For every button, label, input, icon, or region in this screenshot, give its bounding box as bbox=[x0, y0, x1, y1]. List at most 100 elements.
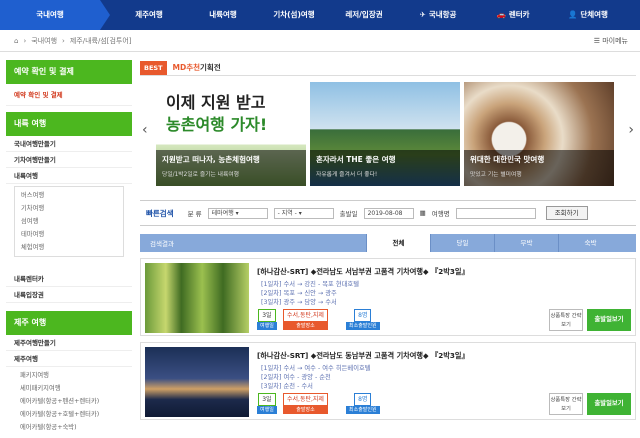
caption-sub: 당일/1박2일로 즐기는 내륙여행 bbox=[162, 172, 240, 178]
sidebar-subitem[interactable]: 체험여행 bbox=[15, 241, 123, 254]
my-menu-link[interactable]: ☰ 마이메뉴 bbox=[594, 36, 628, 46]
sidebar-subitem[interactable]: 패키지여행 bbox=[14, 369, 124, 382]
caption-title: 혼자라서 THE 좋은 여행 bbox=[316, 155, 396, 164]
chevron-right-icon[interactable]: › bbox=[628, 122, 634, 138]
sidebar-item-train-make[interactable]: 기차여행만들기 bbox=[6, 152, 132, 168]
nav-domestic-air[interactable]: ✈ 국내항공 bbox=[398, 0, 478, 30]
sidebar-item-inland-rentcar[interactable]: 내륙렌터카 bbox=[6, 271, 132, 287]
nav-rentcar[interactable]: 🚗 렌터카 bbox=[478, 0, 548, 30]
product-image[interactable] bbox=[145, 347, 249, 417]
tab-day-trip[interactable]: 당일 bbox=[430, 234, 494, 252]
sidebar-item-booking-check[interactable]: 예약 확인 및 결제 bbox=[6, 84, 132, 106]
category-select[interactable]: 테마여행 ▾ bbox=[207, 207, 268, 219]
departure-dates-button[interactable]: 출발일보기 bbox=[587, 309, 631, 331]
sidebar-subitem[interactable]: 버스여행 bbox=[15, 189, 123, 202]
promo-tiles: 이제 지원 받고 농촌여행 가자! 지원받고 떠나자, 농촌체험여행 당일/1박2… bbox=[156, 82, 614, 186]
tab-no-night[interactable]: 무박 bbox=[494, 234, 558, 252]
product-card: [하나감산-SRT] ◆전라남도 동남부권 고품격 기차여행◆ 『2박3일』 [… bbox=[140, 342, 636, 420]
sidebar-group-inland: 내륙 여행 bbox=[6, 112, 132, 136]
sidebar-group-booking: 예약 확인 및 결제 bbox=[6, 60, 132, 84]
nav-label: 내륙여행 bbox=[209, 10, 237, 19]
sidebar-item-inland[interactable]: 내륙여행 bbox=[6, 168, 132, 184]
departure-badge: 수서,동탄,지제 출발장소 bbox=[283, 393, 328, 414]
sidebar-item-jeju-make[interactable]: 제주여행만들기 bbox=[6, 335, 132, 351]
promo-caption: 지원받고 떠나자, 농촌체험여행 당일/1박2일로 즐기는 내륙여행 bbox=[156, 150, 306, 186]
best-tag: BEST bbox=[140, 60, 167, 75]
main-content: BEST MD추천기획전 ‹ 이제 지원 받고 농촌여행 가자! 지원받고 떠나자… bbox=[140, 60, 636, 420]
product-image[interactable] bbox=[145, 263, 249, 333]
nav-leisure-tickets[interactable]: 레저/입장권 bbox=[330, 0, 398, 30]
sidebar-item-domestic-make[interactable]: 국내여행만들기 bbox=[6, 136, 132, 152]
min-people-badge: 8명 최소출발인원 bbox=[346, 309, 380, 330]
name-label: 여행명 bbox=[431, 210, 450, 218]
departure-dates-button[interactable]: 출발일보기 bbox=[587, 393, 631, 415]
name-input[interactable] bbox=[455, 207, 536, 219]
region-value: - 지역 - bbox=[277, 209, 297, 217]
badge-label: 최소출발인원 bbox=[346, 406, 380, 414]
badge-value: 3일 bbox=[258, 309, 276, 322]
promo-slide[interactable]: 위대한 대한민국 맛여행 맛있고 기는 별미여행 bbox=[464, 82, 614, 186]
nav-group-travel[interactable]: 👤 단체여행 bbox=[548, 0, 628, 30]
caption-title: 위대한 대한민국 맛여행 bbox=[470, 155, 545, 164]
sidebar-subitem[interactable]: 기차여행 bbox=[15, 202, 123, 215]
duration-badge: 3일 여행일 bbox=[257, 393, 277, 414]
sidebar-item-jeju[interactable]: 제주여행 bbox=[6, 351, 132, 367]
date-input[interactable]: 2019-08-08 bbox=[363, 207, 414, 219]
badge-value: 수서,동탄,지제 bbox=[283, 309, 328, 322]
promo-headline: 이제 지원 받고 농촌여행 가자! bbox=[166, 92, 267, 136]
result-label: 검색결과 bbox=[150, 240, 174, 248]
nav-domestic-travel[interactable]: 국내여행 bbox=[0, 0, 110, 30]
duration-badge: 3일 여행일 bbox=[257, 309, 277, 330]
nav-label: 단체여행 bbox=[580, 10, 608, 19]
quick-view-button[interactable]: 상품특장 간략보기 bbox=[549, 309, 583, 331]
badge-value: 8명 bbox=[354, 309, 372, 322]
badge-label: 출발장소 bbox=[283, 322, 328, 330]
nav-inland-travel[interactable]: 내륙여행 bbox=[188, 0, 258, 30]
badge-label: 여행일 bbox=[257, 406, 277, 414]
badge-value: 3일 bbox=[258, 393, 276, 406]
headline-line2-text: 농촌여행 가자! bbox=[166, 115, 268, 134]
crumb-sep: › bbox=[23, 36, 27, 45]
nav-label: 국내여행 bbox=[36, 10, 64, 19]
sidebar-subitem[interactable]: 테마여행 bbox=[15, 228, 123, 241]
md-suffix: 기획전 bbox=[200, 63, 221, 72]
category-label: 분 류 bbox=[187, 210, 202, 218]
caption-sub: 자유롭게 즐겨서 더 좋다! bbox=[316, 172, 378, 178]
chevron-left-icon[interactable]: ‹ bbox=[142, 122, 148, 138]
home-icon[interactable]: ⌂ bbox=[14, 37, 18, 45]
sidebar-subitem[interactable]: 섬여행 bbox=[15, 215, 123, 228]
sidebar-subitem[interactable]: 세미패키지여행 bbox=[14, 382, 124, 395]
promo-slide[interactable]: 이제 지원 받고 농촌여행 가자! 지원받고 떠나자, 농촌체험여행 당일/1박2… bbox=[156, 82, 306, 186]
result-tabs: 검색결과 전체 당일 무박 숙박 bbox=[140, 234, 636, 252]
car-icon: 🚗 bbox=[496, 10, 506, 19]
nav-label: 국내항공 bbox=[428, 10, 457, 19]
itinerary-day: [3일차] 순천 - 수서 bbox=[261, 383, 313, 390]
product-title[interactable]: [하나감산-SRT] ◆전라남도 서남부권 고품격 기차여행◆ 『2박3일』 bbox=[257, 267, 469, 277]
sidebar-item-inland-tickets[interactable]: 내륙입장권 bbox=[6, 287, 132, 303]
person-icon: 👤 bbox=[568, 10, 578, 19]
itinerary-day: [3일차] 광주 → 담양 → 수서 bbox=[261, 299, 337, 306]
nav-jeju-travel[interactable]: 제주여행 bbox=[110, 0, 188, 30]
quick-view-button[interactable]: 상품특장 간략보기 bbox=[549, 393, 583, 415]
tab-overnight[interactable]: 숙박 bbox=[558, 234, 622, 252]
search-button[interactable]: 조회하기 bbox=[545, 206, 588, 220]
sidebar-subitem[interactable]: 에어카텔(항공+호텔+렌터카) bbox=[14, 408, 124, 421]
sidebar-subitem[interactable]: 에어카텔(항공+펜션+렌터카) bbox=[14, 395, 124, 408]
tab-all[interactable]: 전체 bbox=[366, 234, 430, 252]
itinerary-day: [2일차] 목포 → 신안 → 광주 bbox=[261, 290, 337, 297]
top-navigation: 국내여행 제주여행 내륙여행 기차(섬)여행 레저/입장권 ✈ 국내항공 🚗 렌터카… bbox=[0, 0, 640, 30]
crumb-level1[interactable]: 국내여행 bbox=[31, 36, 57, 46]
badge-value: 8명 bbox=[354, 393, 372, 406]
sidebar-subitem[interactable]: 에어카텔(항공+숙박) bbox=[14, 421, 124, 434]
md-pick-title: MD추천기획전 bbox=[173, 62, 221, 73]
promo-slide[interactable]: 혼자라서 THE 좋은 여행 자유롭게 즐겨서 더 좋다! bbox=[310, 82, 460, 186]
badge-label: 출발장소 bbox=[283, 406, 328, 414]
product-title[interactable]: [하나감산-SRT] ◆전라남도 동남부권 고품격 기차여행◆ 『2박3일』 bbox=[257, 351, 469, 361]
departure-badge: 수서,동탄,지제 출발장소 bbox=[283, 309, 328, 330]
calendar-icon[interactable]: ▦ bbox=[420, 209, 426, 217]
region-select[interactable]: - 지역 - ▾ bbox=[273, 207, 334, 219]
quick-search-label: 빠른검색 bbox=[146, 208, 174, 218]
nav-train-island-travel[interactable]: 기차(섬)여행 bbox=[258, 0, 330, 30]
caption-title: 지원받고 떠나자, 농촌체험여행 bbox=[162, 155, 260, 164]
crumb-level2[interactable]: 제주/내륙/섬[검투어] bbox=[70, 36, 132, 46]
